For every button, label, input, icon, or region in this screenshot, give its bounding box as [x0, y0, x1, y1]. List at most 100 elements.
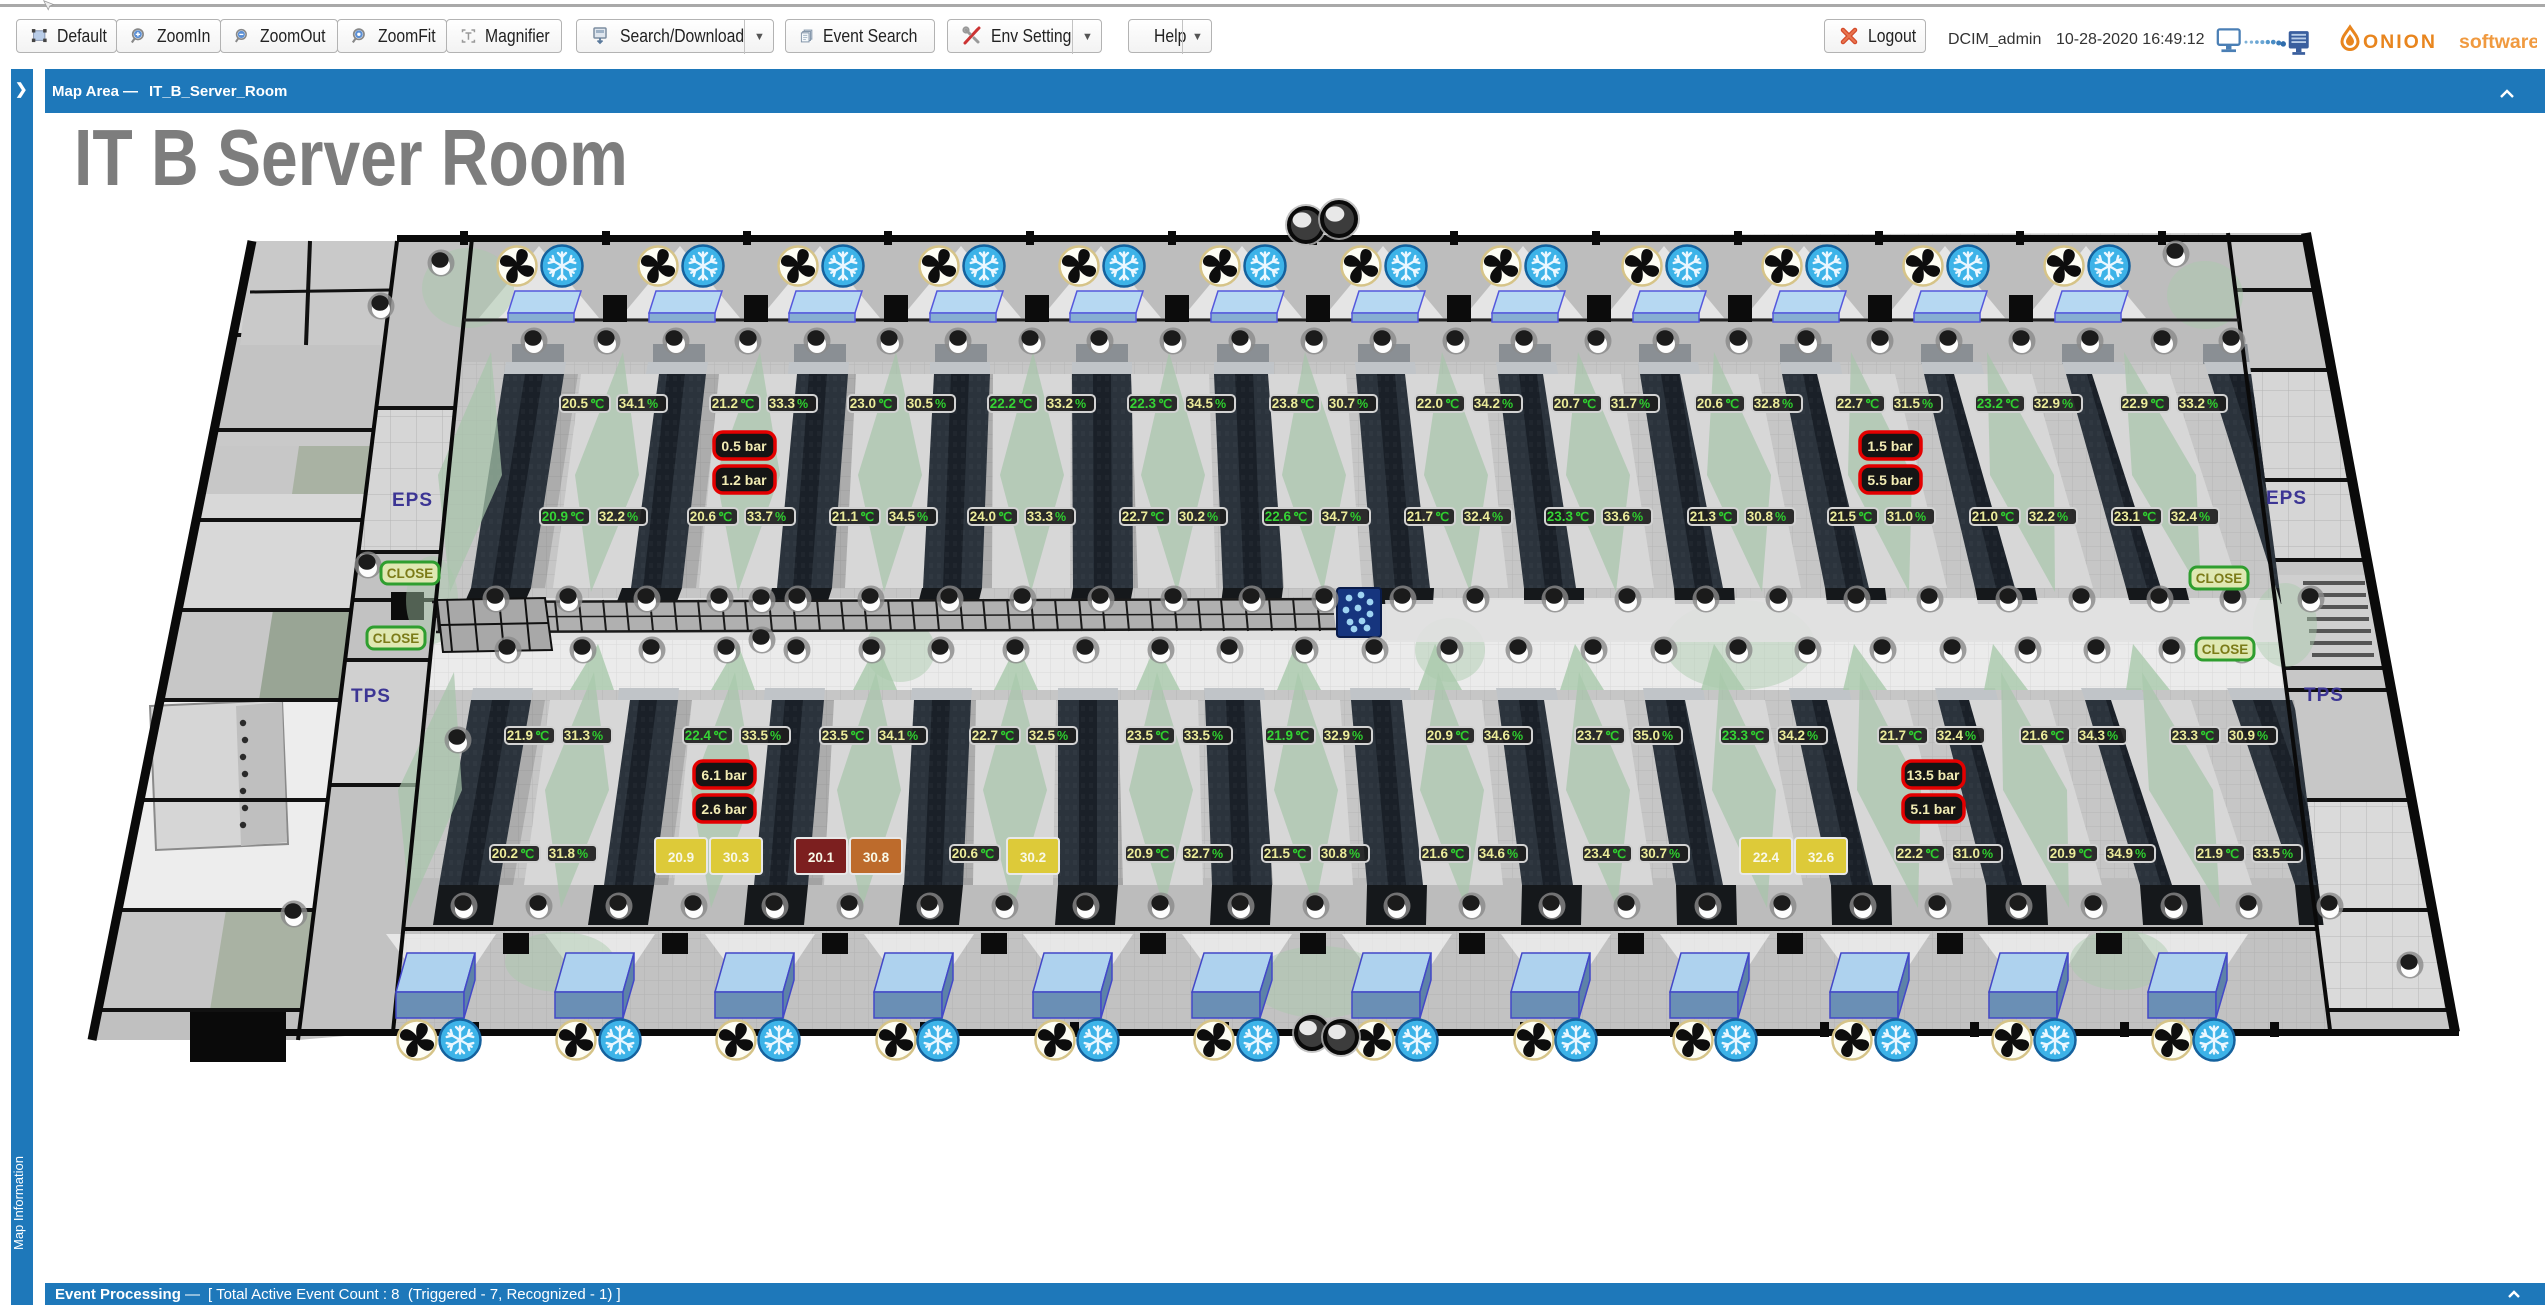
svg-text:℃: ℃ [1292, 847, 1306, 861]
svg-text:%: % [770, 729, 781, 743]
svg-text:℃: ℃ [535, 729, 549, 743]
svg-text:℃: ℃ [1300, 397, 1314, 411]
svg-text:22.7: 22.7 [972, 728, 998, 743]
svg-text:23.4: 23.4 [1584, 846, 1611, 861]
svg-text:℃: ℃ [1582, 397, 1596, 411]
svg-text:%: % [935, 397, 946, 411]
svg-text:℃: ℃ [1155, 847, 1169, 861]
svg-text:30.9: 30.9 [2229, 728, 2255, 743]
svg-text:%: % [1915, 510, 1926, 524]
svg-text:2.6 bar: 2.6 bar [701, 801, 747, 817]
svg-text:23.3: 23.3 [2172, 728, 2199, 743]
svg-text:%: % [1215, 397, 1226, 411]
svg-text:0.5 bar: 0.5 bar [721, 438, 767, 454]
svg-text:℃: ℃ [878, 397, 892, 411]
svg-text:℃: ℃ [2078, 847, 2092, 861]
svg-text:%: % [1352, 729, 1363, 743]
svg-text:5.5 bar: 5.5 bar [1867, 472, 1913, 488]
svg-text:20.7: 20.7 [1554, 396, 1580, 411]
svg-text:23.0: 23.0 [850, 396, 876, 411]
svg-text:℃: ℃ [980, 847, 994, 861]
svg-text:32.2: 32.2 [599, 509, 625, 524]
svg-text:21.2: 21.2 [712, 396, 738, 411]
svg-text:℃: ℃ [1575, 510, 1589, 524]
svg-text:%: % [1807, 729, 1818, 743]
svg-text:23.3: 23.3 [1722, 728, 1749, 743]
svg-text:%: % [1350, 510, 1361, 524]
svg-text:20.1: 20.1 [808, 850, 835, 865]
svg-text:%: % [1212, 729, 1223, 743]
svg-text:℃: ℃ [1445, 397, 1459, 411]
svg-text:℃: ℃ [850, 729, 864, 743]
svg-text:%: % [1982, 847, 1993, 861]
svg-text:%: % [2282, 847, 2293, 861]
svg-text:%: % [1212, 847, 1223, 861]
svg-text:℃: ℃ [590, 397, 604, 411]
svg-text:21.7: 21.7 [1407, 509, 1433, 524]
svg-text:21.9: 21.9 [2197, 846, 2223, 861]
svg-text:34.7: 34.7 [1322, 509, 1348, 524]
svg-text:31.5: 31.5 [1894, 396, 1921, 411]
svg-text:33.2: 33.2 [1047, 396, 1073, 411]
svg-text:20.6: 20.6 [1697, 396, 1724, 411]
svg-text:%: % [1632, 510, 1643, 524]
svg-text:EPS: EPS [392, 490, 433, 511]
svg-text:22.7: 22.7 [1837, 396, 1863, 411]
svg-text:33.5: 33.5 [742, 728, 769, 743]
svg-text:22.2: 22.2 [990, 396, 1016, 411]
svg-text:℃: ℃ [718, 510, 732, 524]
svg-text:%: % [647, 397, 658, 411]
svg-text:20.9: 20.9 [542, 509, 568, 524]
svg-text:%: % [797, 397, 808, 411]
svg-text:22.6: 22.6 [1265, 509, 1292, 524]
svg-text:20.5: 20.5 [562, 396, 589, 411]
svg-text:℃: ℃ [860, 510, 874, 524]
svg-text:34.3: 34.3 [2079, 728, 2106, 743]
svg-text:23.8: 23.8 [1272, 396, 1299, 411]
svg-text:%: % [917, 510, 928, 524]
svg-text:℃: ℃ [2150, 397, 2164, 411]
svg-text:23.1: 23.1 [2114, 509, 2141, 524]
svg-text:%: % [907, 729, 918, 743]
svg-text:34.9: 34.9 [2107, 846, 2133, 861]
svg-text:31.8: 31.8 [549, 846, 576, 861]
svg-text:22.4: 22.4 [1753, 850, 1780, 865]
svg-text:35.0: 35.0 [1634, 728, 1660, 743]
svg-text:6.1 bar: 6.1 bar [701, 767, 747, 783]
svg-text:30.7: 30.7 [1641, 846, 1667, 861]
svg-text:%: % [775, 510, 786, 524]
svg-text:33.2: 33.2 [2179, 396, 2205, 411]
svg-text:%: % [2057, 510, 2068, 524]
svg-text:22.3: 22.3 [1130, 396, 1157, 411]
svg-text:℃: ℃ [520, 847, 534, 861]
svg-text:30.2: 30.2 [1020, 850, 1046, 865]
svg-text:℃: ℃ [1000, 729, 1014, 743]
svg-text:software: software [2459, 31, 2537, 53]
svg-text:32.6: 32.6 [1808, 850, 1835, 865]
svg-text:℃: ℃ [2000, 510, 2014, 524]
svg-text:34.5: 34.5 [1187, 396, 1214, 411]
svg-text:%: % [1057, 729, 1068, 743]
svg-text:32.4: 32.4 [1464, 509, 1491, 524]
svg-text:%: % [592, 729, 603, 743]
svg-text:℃: ℃ [1925, 847, 1939, 861]
svg-text:℃: ℃ [1155, 729, 1169, 743]
svg-text:℃: ℃ [1450, 847, 1464, 861]
svg-text:%: % [1922, 397, 1933, 411]
svg-text:%: % [2207, 397, 2218, 411]
svg-text:13.5 bar: 13.5 bar [1907, 767, 1960, 783]
svg-text:22.4: 22.4 [685, 728, 712, 743]
svg-text:23.2: 23.2 [1977, 396, 2003, 411]
svg-text:30.7: 30.7 [1329, 396, 1355, 411]
svg-text:%: % [1055, 510, 1066, 524]
svg-text:33.6: 33.6 [1604, 509, 1631, 524]
svg-text:CLOSE: CLOSE [2196, 571, 2243, 586]
svg-text:%: % [1512, 729, 1523, 743]
svg-text:℃: ℃ [2200, 729, 2214, 743]
svg-text:33.5: 33.5 [1184, 728, 1211, 743]
svg-text:1.2 bar: 1.2 bar [721, 472, 767, 488]
svg-text:℃: ℃ [2050, 729, 2064, 743]
svg-text:32.4: 32.4 [1937, 728, 1964, 743]
svg-text:℃: ℃ [1858, 510, 1872, 524]
svg-text:23.7: 23.7 [1577, 728, 1603, 743]
